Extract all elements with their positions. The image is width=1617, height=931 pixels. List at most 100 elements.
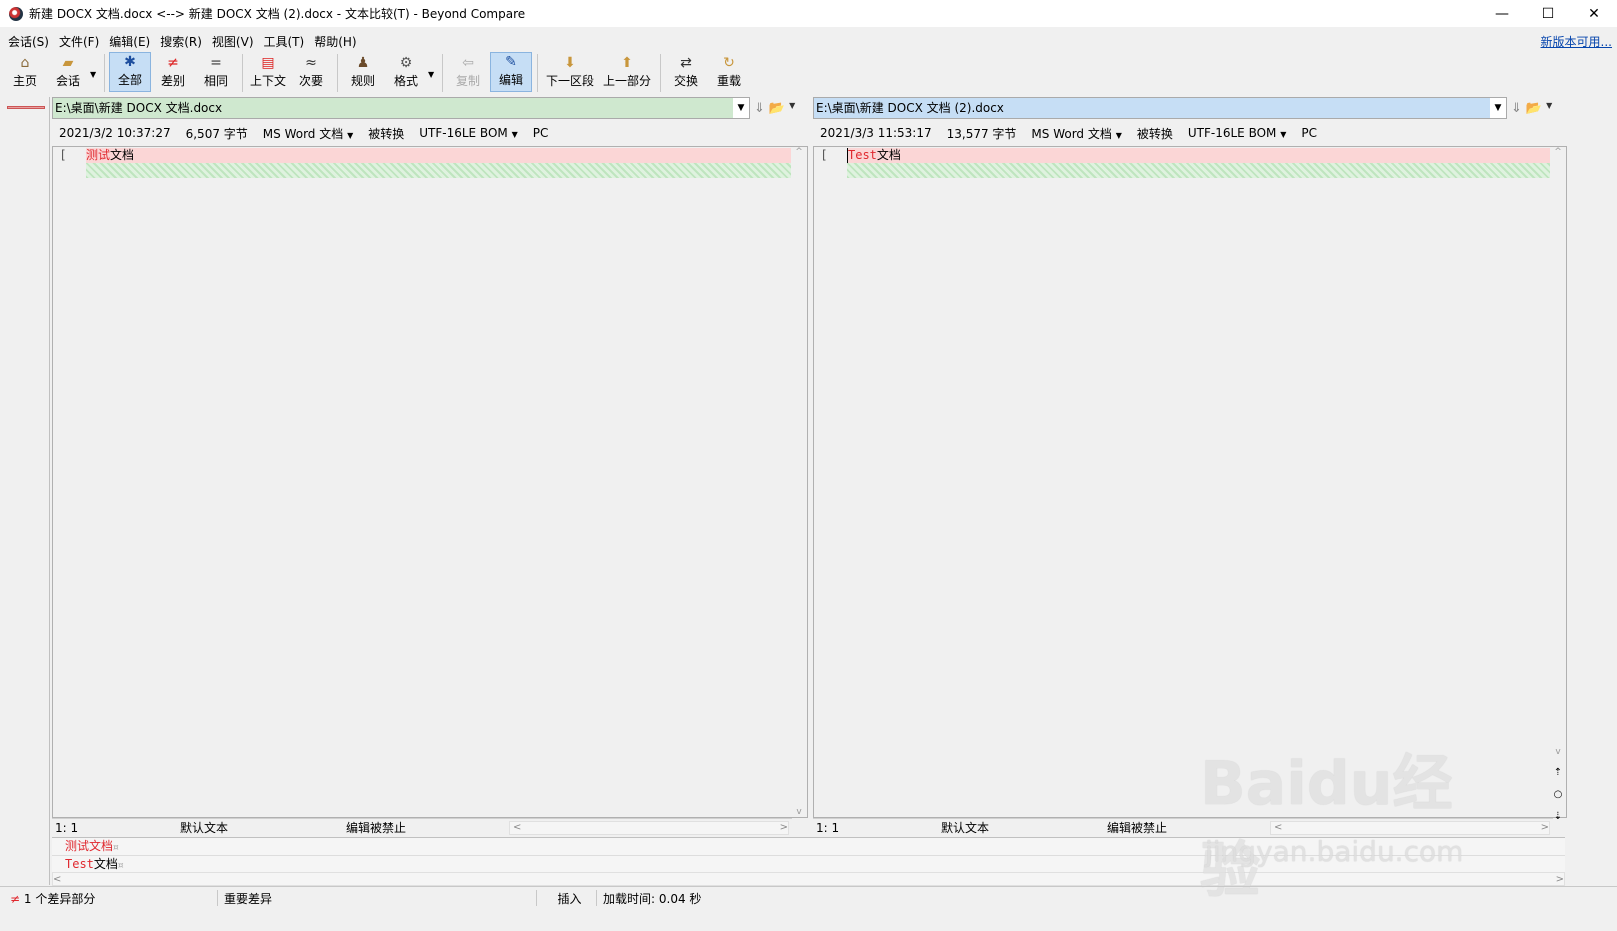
show-all-button[interactable]: ✱ 全部	[109, 52, 151, 92]
load-time-cell: 加载时间: 0.04 秒	[597, 890, 701, 906]
home-button[interactable]: ⌂ 主页	[4, 52, 46, 92]
right-path-field[interactable]: E:\桌面\新建 DOCX 文档 (2).docx ▼	[813, 97, 1507, 119]
right-encoding-select[interactable]: UTF-16LE BOM ▼	[1188, 126, 1287, 140]
left-encoding-label: UTF-16LE BOM	[419, 126, 508, 140]
scroll-left-icon[interactable]: <	[513, 822, 521, 833]
scroll-down-icon[interactable]: v	[791, 807, 807, 817]
right-text-pane[interactable]: [ Test文档 ^ v ⇡ ○ ⇣	[813, 146, 1567, 822]
left-encoding-select[interactable]: UTF-16LE BOM ▼	[419, 126, 518, 140]
diff-count: 1 个差异部分	[23, 892, 96, 906]
menu-help[interactable]: 帮助(H)	[309, 33, 361, 50]
not-equal-icon: ≠	[167, 55, 179, 71]
right-vertical-scrollbar[interactable]: ^ v ⇡ ○ ⇣	[1550, 147, 1566, 822]
watermark-sub-text: jingyan.baidu.com	[1205, 835, 1464, 868]
right-eol: PC	[1301, 126, 1318, 140]
left-horizontal-scrollbar[interactable]: < >	[509, 820, 789, 835]
toolbar-separator	[104, 54, 105, 92]
left-cursor-position: 1: 1	[55, 820, 79, 835]
right-type-label: MS Word 文档	[1031, 126, 1112, 141]
right-converted: 被转换	[1136, 126, 1173, 141]
right-diff-line[interactable]: Test文档	[847, 148, 1551, 163]
session-label: 会话	[55, 74, 80, 88]
detail-left-eol-mark: ¤	[113, 843, 119, 853]
scroll-up-icon[interactable]: ^	[791, 147, 807, 157]
swap-button[interactable]: ⇄ 交换	[665, 52, 707, 92]
format-dropdown-icon[interactable]: ▼	[428, 70, 438, 79]
format-button[interactable]: ⚙ 格式	[385, 52, 427, 92]
scroll-right-icon[interactable]: >	[1556, 874, 1564, 885]
right-path-row: E:\桌面\新建 DOCX 文档 (2).docx ▼ ⇓ 📂 ▼	[813, 97, 1573, 119]
chevron-down-icon: ▼	[1280, 130, 1287, 139]
reload-button[interactable]: ↻ 重载	[708, 52, 750, 92]
rules-button[interactable]: ♟ 规则	[342, 52, 384, 92]
maximize-button[interactable]: ☐	[1525, 0, 1571, 27]
menu-view[interactable]: 视图(V)	[207, 33, 259, 50]
menu-edit[interactable]: 编辑(E)	[104, 33, 155, 50]
scroll-left-icon[interactable]: <	[53, 874, 61, 885]
left-mode: 默认文本	[180, 821, 229, 835]
right-path-dropdown-icon[interactable]: ▼	[1490, 98, 1506, 118]
copy-button[interactable]: ⇦ 复制	[447, 52, 489, 92]
referee-icon: ♟	[356, 55, 370, 71]
chevron-down-icon: ▼	[1115, 130, 1122, 140]
arrow-down-icon: ⬇	[564, 55, 576, 71]
scroll-right-icon[interactable]: >	[1541, 822, 1549, 833]
edit-button[interactable]: ✎ 编辑	[490, 52, 532, 92]
context-button[interactable]: ▤ 上下文	[247, 52, 289, 92]
left-path-row: E:\桌面\新建 DOCX 文档.docx ▼ ⇓ 📂 ▼	[52, 97, 812, 119]
right-encoding-label: UTF-16LE BOM	[1187, 126, 1277, 140]
menu-tools[interactable]: 工具(T)	[259, 33, 310, 50]
scroll-down-icon[interactable]: v	[1550, 747, 1566, 757]
detail-right-eol-mark: ¤	[117, 861, 124, 871]
left-size: 6,507 字节	[185, 126, 248, 141]
overview-gutter[interactable]	[0, 97, 50, 885]
scroll-right-icon[interactable]: >	[780, 822, 788, 833]
left-save-icon[interactable]: ⇓	[754, 101, 765, 116]
close-button[interactable]: ✕	[1571, 0, 1617, 27]
home-label: 主页	[12, 74, 37, 88]
session-button[interactable]: ▰ 会话	[47, 52, 89, 92]
toolbar-separator	[537, 54, 538, 92]
left-text-pane[interactable]: [ 测试文档 ^ v	[52, 146, 808, 818]
menu-search[interactable]: 搜索(R)	[155, 33, 207, 50]
left-path-field[interactable]: E:\桌面\新建 DOCX 文档.docx ▼	[52, 97, 750, 119]
left-pane-status: 1: 1 默认文本 编辑被禁止 < >	[52, 818, 792, 836]
left-type-select[interactable]: MS Word 文档 ▼	[263, 125, 353, 142]
left-open-folder-icon[interactable]: 📂	[769, 101, 785, 116]
new-version-link[interactable]: 新版本可用...	[1541, 33, 1612, 50]
prev-section-button[interactable]: ⬆ 上一部分	[599, 52, 655, 92]
minimize-button[interactable]: —	[1479, 0, 1525, 27]
menu-session[interactable]: 会话(S)	[3, 33, 54, 50]
show-same-button[interactable]: = 相同	[195, 52, 237, 92]
right-type-select[interactable]: MS Word 文档 ▼	[1031, 125, 1121, 142]
detail-horizontal-scrollbar[interactable]: < >	[52, 872, 1565, 886]
load-time-label: 加载时间:	[603, 892, 656, 906]
left-type-label: MS Word 文档	[262, 126, 344, 141]
arrow-left-icon: ⇦	[462, 55, 474, 71]
left-vertical-scrollbar[interactable]: ^ v	[791, 147, 807, 817]
menu-bar: 会话(S) 文件(F) 编辑(E) 搜索(R) 视图(V) 工具(T) 帮助(H…	[0, 30, 1617, 52]
toolbar-separator	[660, 54, 661, 92]
minor-button[interactable]: ≈ 次要	[290, 52, 332, 92]
right-folder-dropdown-icon[interactable]: ▼	[1546, 101, 1552, 116]
left-folder-dropdown-icon[interactable]: ▼	[789, 101, 795, 116]
prev-section-label: 上一部分	[602, 74, 651, 88]
session-dropdown-icon[interactable]: ▼	[90, 70, 100, 79]
chevron-down-icon: ▼	[347, 130, 354, 140]
right-mode: 默认文本	[941, 821, 990, 835]
left-diff-line[interactable]: 测试文档	[86, 148, 792, 163]
load-time-value: 0.04 秒	[658, 892, 702, 906]
next-section-button[interactable]: ⬇ 下一区段	[542, 52, 598, 92]
left-gap-line	[86, 163, 792, 178]
rules-label: 规则	[350, 74, 375, 88]
status-bar: ≠ 1 个差异部分 重要差异 插入 加载时间: 0.04 秒	[0, 886, 1617, 931]
show-diffs-button[interactable]: ≠ 差别	[152, 52, 194, 92]
left-diff-text: 文档	[110, 148, 135, 162]
scroll-up-icon[interactable]: ^	[1550, 147, 1566, 157]
left-path-dropdown-icon[interactable]: ▼	[733, 98, 749, 118]
menu-file[interactable]: 文件(F)	[54, 33, 104, 50]
right-size: 13,577 字节	[946, 126, 1017, 141]
right-open-folder-icon[interactable]: 📂	[1526, 101, 1542, 116]
right-save-icon[interactable]: ⇓	[1511, 101, 1522, 116]
app-logo-icon	[9, 6, 23, 21]
